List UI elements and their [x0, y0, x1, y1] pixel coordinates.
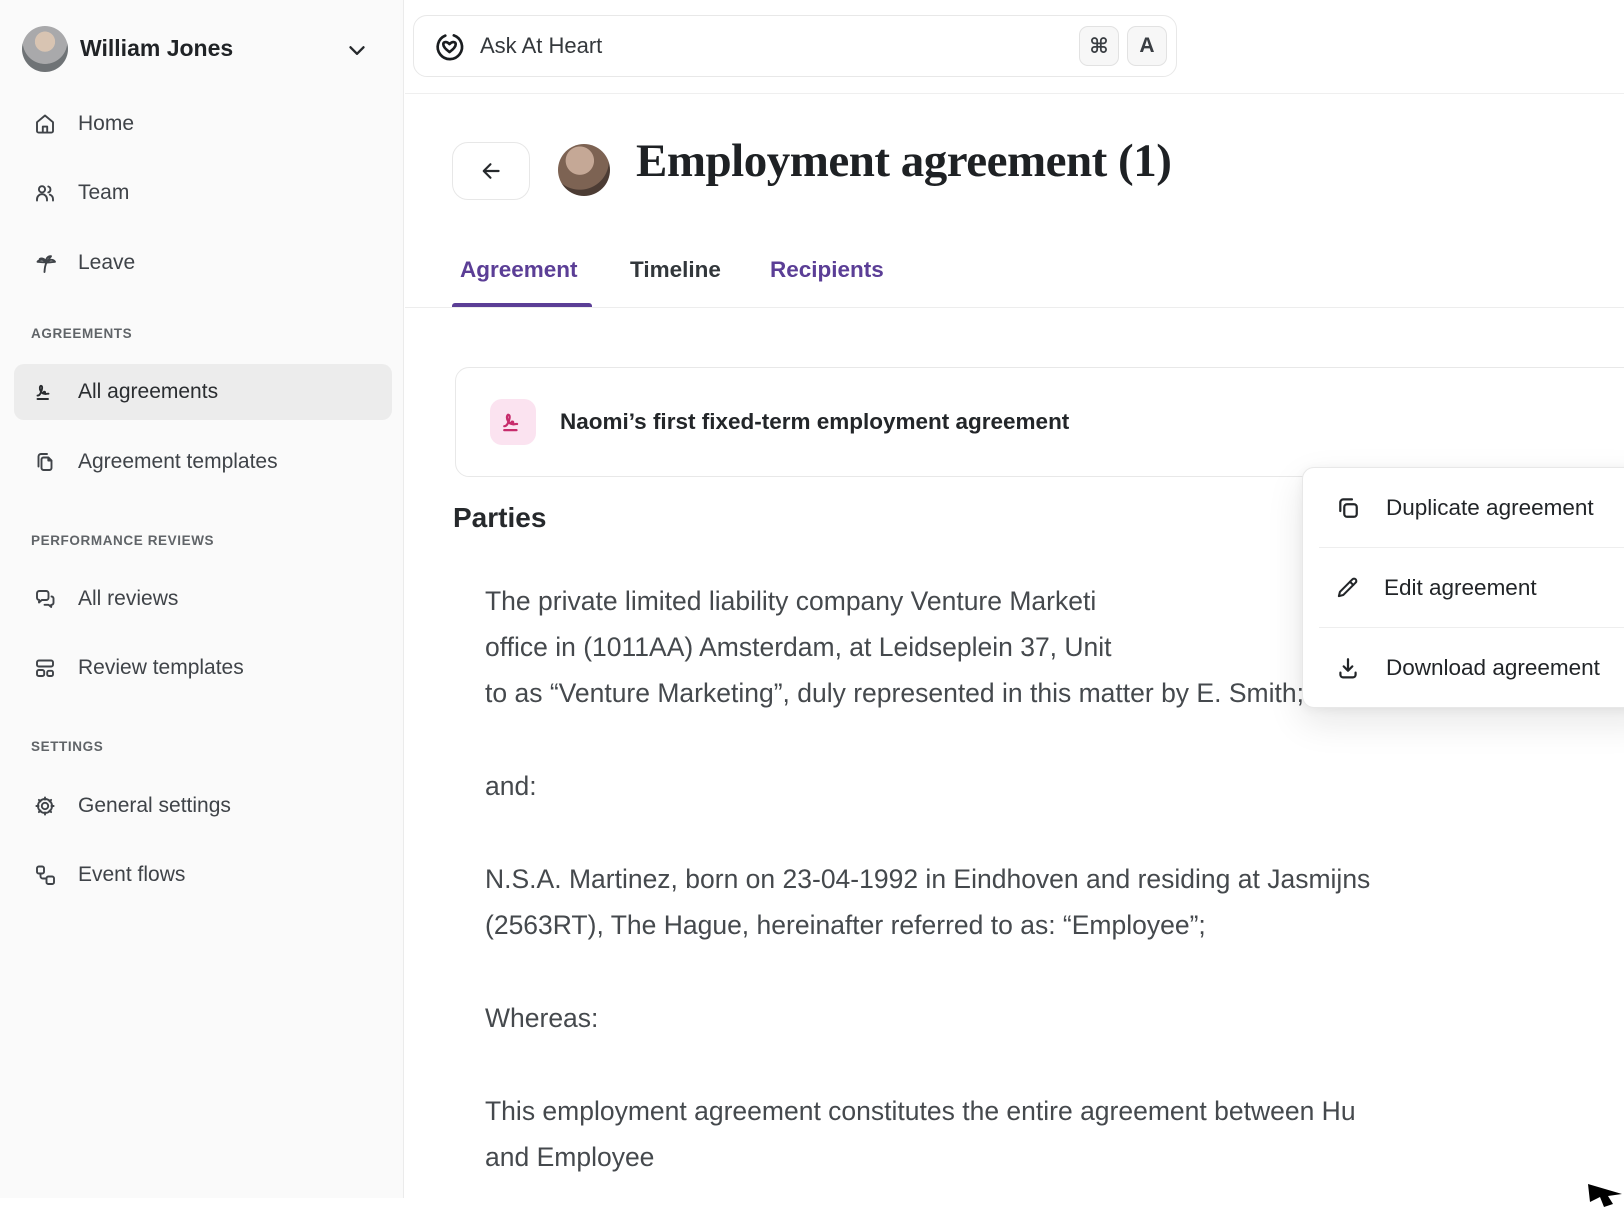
gear-icon	[33, 794, 57, 818]
doc-line: N.S.A. Martinez, born on 23-04-1992 in E…	[485, 856, 1624, 902]
page-title: Employment agreement (1)	[636, 134, 1171, 188]
menu-item-label: Download agreement	[1386, 655, 1600, 681]
sidebar-item-review-templates[interactable]: Review templates	[14, 640, 392, 696]
palm-tree-icon	[33, 251, 57, 275]
tab-agreement[interactable]: Agreement	[460, 257, 578, 283]
a-key: A	[1127, 26, 1167, 66]
command-key: ⌘	[1079, 26, 1119, 66]
search-placeholder: Ask At Heart	[480, 33, 602, 59]
sidebar: William Jones Home Team Leave AGREEMENTS…	[0, 0, 404, 1198]
pencil-icon	[1334, 575, 1360, 601]
home-icon	[33, 112, 57, 136]
sidebar-item-all-reviews[interactable]: All reviews	[14, 571, 392, 627]
signature-icon	[490, 399, 536, 445]
download-icon	[1334, 654, 1362, 682]
tabs-divider	[405, 307, 1624, 308]
document-copy-icon	[33, 450, 57, 474]
team-icon	[33, 181, 57, 205]
sidebar-item-label: All reviews	[78, 587, 178, 611]
agreement-card-title: Naomi’s first fixed-term employment agre…	[560, 409, 1069, 435]
shortcut-keys: ⌘ A	[1079, 26, 1167, 66]
sidebar-item-event-flows[interactable]: Event flows	[14, 847, 392, 903]
sidebar-item-team[interactable]: Team	[14, 165, 392, 221]
tab-timeline[interactable]: Timeline	[630, 257, 721, 283]
sidebar-item-label: Event flows	[78, 863, 185, 887]
sidebar-item-label: Review templates	[78, 656, 244, 680]
layout-grid-icon	[33, 656, 57, 680]
menu-item-duplicate-agreement[interactable]: Duplicate agreement	[1303, 468, 1624, 547]
doc-line: This employment agreement constitutes th…	[485, 1088, 1624, 1134]
arrow-left-icon	[478, 158, 504, 184]
chat-bubbles-icon	[33, 587, 57, 611]
doc-line: Whereas:	[485, 995, 1624, 1041]
employee-avatar	[558, 144, 610, 196]
chevron-down-icon[interactable]	[344, 37, 370, 63]
doc-line: (2563RT), The Hague, hereinafter referre…	[485, 902, 1624, 948]
user-avatar	[22, 26, 68, 72]
sidebar-item-leave[interactable]: Leave	[14, 235, 392, 291]
sidebar-item-label: All agreements	[78, 380, 218, 404]
parties-heading: Parties	[453, 502, 546, 534]
sidebar-item-label: Team	[78, 181, 129, 205]
section-label-performance-reviews: PERFORMANCE REVIEWS	[31, 533, 214, 548]
doc-line: and Employee	[485, 1134, 1624, 1180]
user-name: William Jones	[80, 35, 233, 62]
menu-item-download-agreement[interactable]: Download agreement	[1303, 628, 1624, 707]
duplicate-icon	[1334, 494, 1362, 522]
menu-item-label: Duplicate agreement	[1386, 495, 1594, 521]
doc-line: and:	[485, 763, 1624, 809]
agreement-card[interactable]: Naomi’s first fixed-term employment agre…	[455, 367, 1624, 477]
user-menu[interactable]: William Jones	[0, 24, 404, 76]
sidebar-item-label: Leave	[78, 251, 135, 275]
search-input[interactable]: Ask At Heart ⌘ A	[413, 15, 1177, 77]
back-button[interactable]	[452, 142, 530, 200]
sidebar-item-label: Agreement templates	[78, 450, 278, 474]
tab-recipients[interactable]: Recipients	[770, 257, 884, 283]
sidebar-item-label: General settings	[78, 794, 231, 818]
mouse-cursor	[1588, 1182, 1624, 1208]
menu-item-edit-agreement[interactable]: Edit agreement	[1303, 548, 1624, 627]
sidebar-item-general-settings[interactable]: General settings	[14, 778, 392, 834]
sidebar-item-agreement-templates[interactable]: Agreement templates	[14, 434, 392, 490]
menu-item-label: Edit agreement	[1384, 575, 1537, 601]
sidebar-item-label: Home	[78, 112, 134, 136]
sidebar-item-home[interactable]: Home	[14, 96, 392, 152]
signature-icon	[33, 380, 57, 404]
sidebar-item-all-agreements[interactable]: All agreements	[14, 364, 392, 420]
section-label-agreements: AGREEMENTS	[31, 326, 132, 341]
content-top-border	[405, 93, 1624, 94]
section-label-settings: SETTINGS	[31, 739, 103, 754]
agreement-context-menu: Duplicate agreement Edit agreement Downl…	[1302, 467, 1624, 708]
flow-nodes-icon	[33, 863, 57, 887]
heart-ring-logo	[434, 31, 465, 62]
